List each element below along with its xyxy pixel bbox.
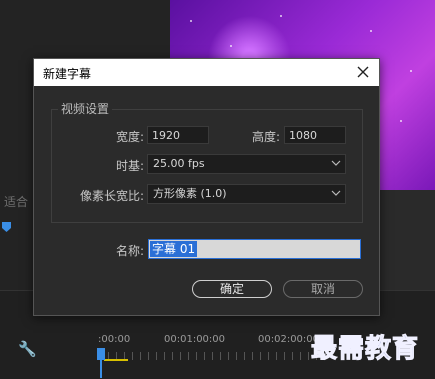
- close-button[interactable]: [353, 62, 373, 82]
- timebase-value: 25.00 fps: [153, 157, 205, 170]
- new-caption-dialog: 新建字幕 视频设置 宽度: 1920 高度: 1080 时基: 25.00 fp…: [33, 58, 380, 316]
- work-area-bar: [104, 359, 128, 361]
- name-input[interactable]: 字幕 01: [148, 239, 361, 259]
- monitor-controls-area: [375, 190, 435, 290]
- name-value: 字幕 01: [150, 241, 198, 257]
- fit-zoom-label[interactable]: 适合: [4, 193, 28, 210]
- wrench-icon[interactable]: 🔧: [18, 340, 37, 358]
- pixel-aspect-label: 像素长宽比:: [79, 189, 144, 203]
- timebase-label: 时基:: [115, 159, 144, 173]
- pixel-aspect-select[interactable]: 方形像素 (1.0): [147, 184, 346, 204]
- ok-button[interactable]: 确定: [192, 280, 272, 298]
- timebase-select[interactable]: 25.00 fps: [147, 154, 346, 174]
- pixel-aspect-value: 方形像素 (1.0): [153, 187, 227, 200]
- name-label: 名称:: [115, 244, 144, 258]
- cancel-button[interactable]: 取消: [283, 280, 363, 298]
- timecode-label: 00:02:00:00: [258, 334, 320, 345]
- width-field[interactable]: 1920: [147, 126, 209, 144]
- height-label: 高度:: [251, 130, 280, 144]
- height-field[interactable]: 1080: [284, 126, 346, 144]
- dialog-title: 新建字幕: [43, 67, 92, 81]
- timecode-label: 00:01:00:00: [164, 334, 226, 345]
- timeline-ruler[interactable]: [100, 352, 320, 360]
- width-label: 宽度:: [115, 130, 144, 144]
- timecode-label: :00:00: [98, 334, 131, 345]
- watermark-logo: 最需教育: [310, 334, 420, 365]
- video-settings-title: 视频设置: [58, 100, 113, 117]
- dialog-titlebar[interactable]: 新建字幕: [34, 59, 379, 86]
- playhead-line: [100, 360, 102, 378]
- chevron-down-icon: [331, 190, 341, 196]
- chevron-down-icon: [331, 160, 341, 166]
- timeline-playhead[interactable]: [97, 348, 105, 360]
- close-icon: [357, 66, 369, 78]
